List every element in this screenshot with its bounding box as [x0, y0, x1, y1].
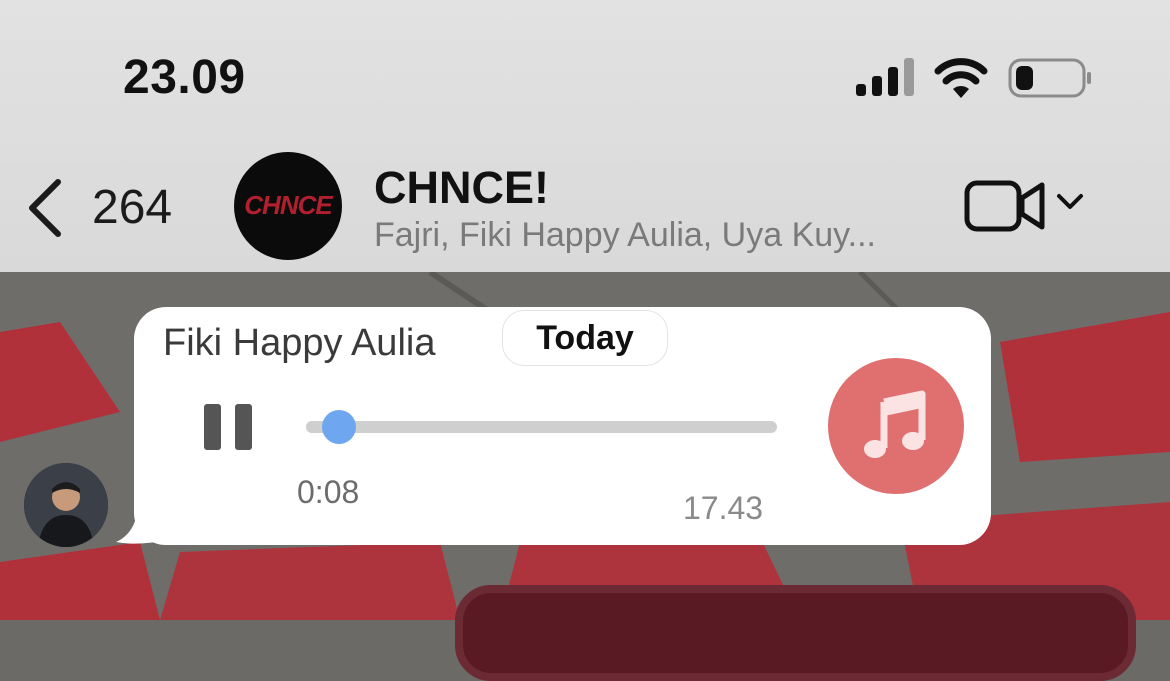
next-message-bubble[interactable] — [455, 585, 1136, 681]
chevron-down-icon[interactable] — [1056, 192, 1084, 212]
pause-icon — [204, 404, 221, 450]
audio-progress-slider[interactable] — [306, 410, 777, 444]
pause-button[interactable] — [204, 404, 252, 450]
back-chevron-icon[interactable] — [24, 178, 66, 238]
audio-elapsed-time: 0:08 — [297, 474, 360, 510]
unread-count[interactable]: 264 — [92, 180, 172, 235]
music-note-icon — [864, 390, 926, 458]
wifi-icon — [934, 58, 988, 98]
cellular-signal-icon — [856, 58, 914, 96]
status-time: 23.09 — [123, 51, 246, 104]
chat-title[interactable]: CHNCE! — [374, 162, 549, 214]
message-timestamp: 17.43 — [683, 490, 764, 526]
video-camera-icon[interactable] — [964, 178, 1046, 234]
chat-members-preview[interactable]: Fajri, Fiki Happy Aulia, Uya Kuy... — [374, 216, 934, 255]
date-separator: Today — [502, 310, 668, 366]
chat-header: 23.09 264 CHNCE CHNCE! Fajri, Fiki Happy… — [0, 0, 1170, 272]
battery-icon — [1008, 58, 1091, 98]
group-avatar-logo: CHNCE — [244, 190, 332, 220]
audio-progress-knob[interactable] — [322, 410, 356, 444]
music-button[interactable] — [828, 358, 964, 494]
sender-avatar[interactable] — [24, 463, 108, 547]
sender-name[interactable]: Fiki Happy Aulia — [163, 322, 435, 365]
group-avatar[interactable]: CHNCE — [234, 152, 342, 260]
